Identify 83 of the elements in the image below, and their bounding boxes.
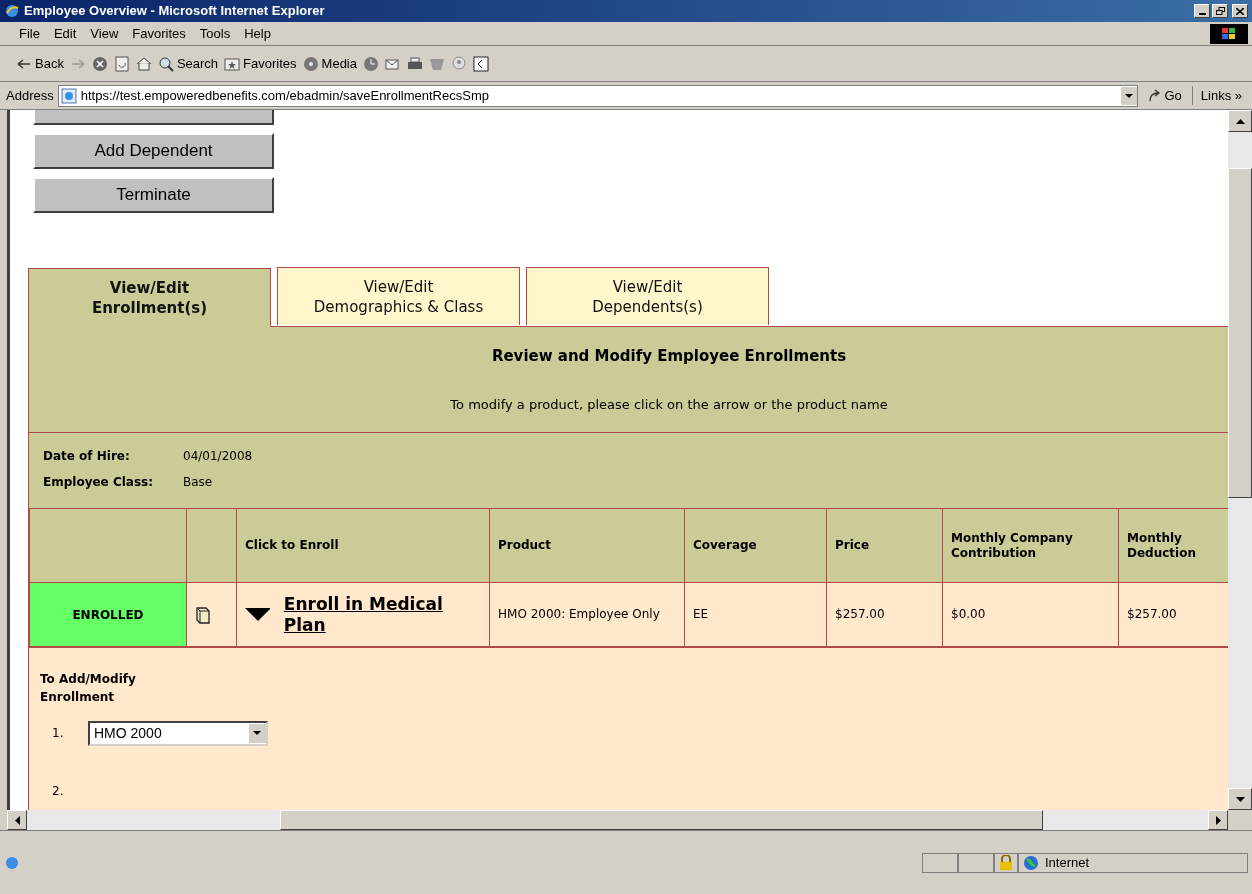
- scroll-thumb[interactable]: [1228, 168, 1252, 498]
- page-icon: [60, 87, 77, 104]
- page-icon: [4, 854, 20, 871]
- expand-arrow-icon[interactable]: [245, 608, 270, 621]
- step-number: 1.: [52, 725, 65, 742]
- table-cell: $0.00: [942, 582, 1119, 647]
- clock-icon: [363, 55, 379, 72]
- go-button[interactable]: Go: [1142, 85, 1188, 106]
- maximize-button[interactable]: [1212, 4, 1228, 18]
- book-icon[interactable]: [195, 605, 211, 624]
- status-cell: ENROLLED: [29, 582, 187, 647]
- search-icon: [157, 55, 174, 72]
- table-cell: $257.00: [826, 582, 943, 647]
- windows-logo-icon: [1210, 23, 1248, 44]
- refresh-icon: [113, 55, 130, 72]
- column-header: Price: [826, 508, 943, 583]
- step-number: 2.: [52, 783, 65, 800]
- column-header: Coverage: [684, 508, 827, 583]
- security-zone-label: Internet: [1045, 853, 1090, 872]
- minimize-button[interactable]: [1194, 4, 1210, 18]
- menu-item[interactable]: View: [85, 23, 124, 44]
- tab[interactable]: View/Edit Demographics & Class: [277, 267, 520, 325]
- stop-icon: [91, 55, 108, 72]
- status-pane: [922, 852, 958, 873]
- lock-icon: [999, 854, 1013, 871]
- star-folder-icon: [224, 55, 241, 72]
- close-button[interactable]: [1232, 4, 1248, 18]
- history-button[interactable]: [363, 55, 379, 72]
- printer-icon: [407, 55, 423, 72]
- menu-item[interactable]: File: [14, 23, 45, 44]
- code-box-icon: [473, 55, 489, 72]
- minimize-icon: [1198, 13, 1206, 15]
- print-button[interactable]: [407, 55, 423, 72]
- column-header: Product: [489, 508, 685, 583]
- menu-item[interactable]: Help: [239, 23, 276, 44]
- action-button[interactable]: Terminate: [33, 177, 274, 213]
- action-button[interactable]: Add Dependent: [33, 133, 274, 169]
- back-button[interactable]: Back: [16, 53, 64, 74]
- left-arrow-icon: [14, 815, 20, 825]
- favorites-button[interactable]: Favorites: [224, 53, 297, 74]
- home-icon: [135, 55, 152, 72]
- close-icon: [1236, 7, 1244, 15]
- refresh-button[interactable]: [113, 55, 130, 72]
- field-label: Employee Class:: [43, 474, 155, 491]
- field-value: 04/01/2008: [183, 448, 253, 465]
- field-label: Date of Hire:: [43, 448, 131, 465]
- down-arrow-icon: [1235, 796, 1245, 802]
- tab[interactable]: View/Edit Dependents(s): [526, 267, 769, 325]
- search-button[interactable]: Search: [157, 53, 219, 74]
- window-title: Employee Overview - Microsoft Internet Explorer: [24, 2, 326, 21]
- field-value: Base: [183, 474, 213, 491]
- address-field[interactable]: https://test.empoweredbenefits.com/ebadmin/saveEnrollmentRecsSmp: [57, 84, 1139, 107]
- film-reel-icon: [302, 55, 319, 72]
- section-label: To Add/Modify Enrollment: [40, 671, 137, 706]
- up-arrow-icon: [1235, 118, 1245, 124]
- scroll-left-button[interactable]: [7, 810, 27, 830]
- table-cell: EE: [684, 582, 827, 647]
- links-button[interactable]: Links »: [1191, 85, 1246, 106]
- scroll-right-button[interactable]: [1208, 810, 1228, 830]
- right-arrow-icon: [1215, 815, 1221, 825]
- research-button[interactable]: [473, 55, 489, 72]
- menu-item[interactable]: Favorites: [127, 23, 191, 44]
- scroll-down-button[interactable]: [1228, 788, 1252, 810]
- media-button[interactable]: Media: [302, 53, 357, 74]
- scroll-up-button[interactable]: [1228, 110, 1252, 132]
- column-header: Monthly Company Contribution: [942, 508, 1119, 583]
- stop-button[interactable]: [91, 55, 108, 72]
- horizontal-scrollbar[interactable]: [7, 810, 1228, 830]
- restore-icon: [1215, 7, 1225, 15]
- browser-logo-icon: [4, 3, 20, 19]
- panel-title: Review and Modify Employee Enrollments: [491, 346, 847, 367]
- menu-item[interactable]: Edit: [48, 23, 82, 44]
- scroll-thumb[interactable]: [280, 810, 1043, 830]
- tab[interactable]: View/Edit Enrollment(s): [28, 268, 271, 327]
- globe-icon: [1023, 854, 1039, 871]
- table-cell: HMO 2000: Employee Only: [489, 582, 685, 647]
- home-button[interactable]: [135, 55, 152, 72]
- column-header: Click to Enroll: [236, 508, 490, 583]
- address-label: Address: [6, 86, 54, 105]
- instruction-text: To modify a product, please click on the arrow or the product name: [450, 395, 888, 414]
- select-field[interactable]: HMO 2000: [88, 720, 268, 746]
- vertical-scrollbar[interactable]: [1228, 110, 1252, 810]
- menu-item[interactable]: Tools: [194, 23, 236, 44]
